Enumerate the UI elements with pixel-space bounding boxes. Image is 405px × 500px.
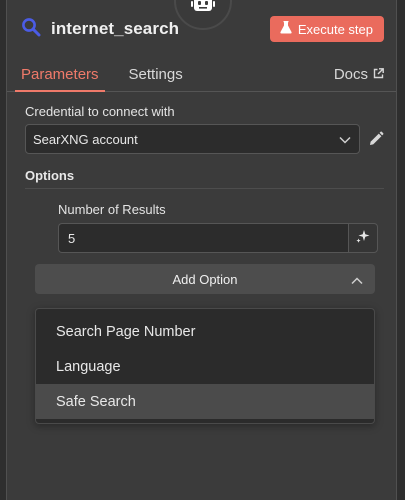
parameters-section: Credential to connect with SearXNG accou… bbox=[7, 104, 396, 253]
flask-icon bbox=[280, 21, 292, 37]
execute-step-button[interactable]: Execute step bbox=[269, 16, 384, 42]
number-of-results-option: Number of Results bbox=[25, 202, 384, 253]
node-parameters-panel: internet_search Execute step Parameters … bbox=[6, 0, 397, 500]
execute-step-label: Execute step bbox=[297, 21, 373, 37]
dropdown-item-safe-search[interactable]: Safe Search bbox=[36, 384, 374, 419]
tab-parameters[interactable]: Parameters bbox=[15, 57, 105, 92]
dropdown-item-label: Safe Search bbox=[56, 393, 136, 410]
pencil-icon[interactable] bbox=[368, 131, 384, 147]
node-title[interactable]: internet_search bbox=[51, 19, 179, 39]
node-title-group: internet_search bbox=[21, 17, 179, 42]
node-editor: internet_search Execute step Parameters … bbox=[0, 0, 405, 500]
tab-parameters-label: Parameters bbox=[21, 65, 99, 83]
tab-settings[interactable]: Settings bbox=[129, 57, 183, 91]
dropdown-item-label: Language bbox=[56, 358, 121, 375]
external-link-icon bbox=[373, 66, 384, 83]
dropdown-item-label: Search Page Number bbox=[56, 323, 196, 340]
add-option-label: Add Option bbox=[172, 271, 238, 287]
tab-settings-label: Settings bbox=[128, 65, 183, 83]
dropdown-item-language[interactable]: Language bbox=[36, 349, 374, 384]
docs-label: Docs bbox=[333, 65, 368, 83]
sparkle-icon bbox=[355, 228, 371, 249]
credential-label: Credential to connect with bbox=[25, 104, 175, 119]
add-option-dropdown: Search Page Number Language Safe Search bbox=[35, 308, 375, 424]
credential-row: SearXNG account bbox=[25, 124, 384, 154]
number-of-results-input[interactable] bbox=[58, 223, 348, 253]
panel-tabs: Parameters Settings Docs bbox=[7, 58, 396, 92]
add-option-button[interactable]: Add Option bbox=[35, 264, 375, 294]
number-of-results-label: Number of Results bbox=[58, 202, 166, 217]
credential-value: SearXNG account bbox=[33, 131, 138, 147]
credential-select[interactable]: SearXNG account bbox=[25, 124, 360, 154]
search-icon bbox=[21, 17, 41, 42]
chevron-down-icon bbox=[339, 132, 351, 147]
chevron-up-icon bbox=[351, 273, 363, 288]
options-heading: Options bbox=[25, 168, 384, 189]
expression-toggle-button[interactable] bbox=[348, 223, 378, 253]
dropdown-item-search-page-number[interactable]: Search Page Number bbox=[36, 314, 374, 349]
docs-link[interactable]: Docs bbox=[334, 57, 384, 91]
number-of-results-row bbox=[58, 223, 384, 253]
robot-icon bbox=[191, 0, 215, 18]
